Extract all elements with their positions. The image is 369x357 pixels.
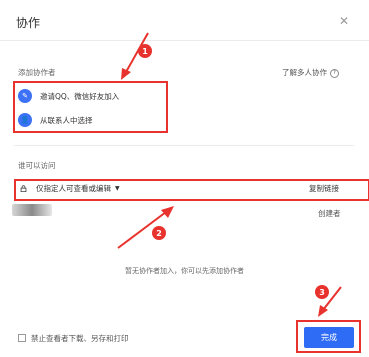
annotation-badge-1: 1 [138,44,152,58]
annotation-badge-2: 2 [152,226,166,240]
annotation-badge-3: 3 [315,285,329,299]
annotation-arrows [117,32,342,317]
